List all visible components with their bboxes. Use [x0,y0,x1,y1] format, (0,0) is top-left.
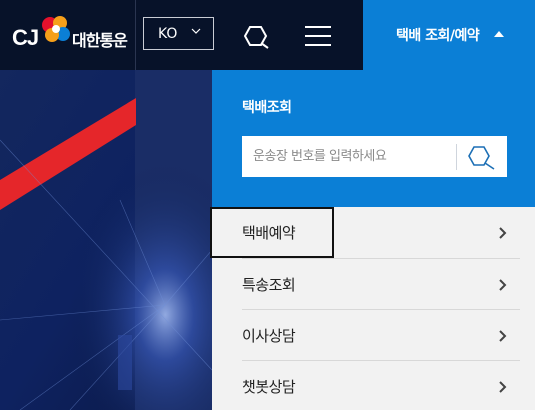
cj-logo[interactable]: CJ 대한통운 [10,12,135,56]
service-menu-list: 택배예약 특송조회 이사상담 챗봇상담 [212,207,535,410]
language-select[interactable]: KO [143,17,214,50]
menu-line [305,35,331,37]
list-item-label: 챗봇상담 [242,378,296,396]
language-value: KO [158,25,178,42]
top-header: CJ 대한통운 KO 택배 조회/예약 [0,0,535,70]
brand-name: 대한통운 [72,31,128,50]
waybill-search-input[interactable] [242,136,456,177]
hero-graphic [0,70,212,410]
list-item-label: 택배예약 [242,224,296,242]
chevron-right-icon [499,279,507,291]
list-item-chatbot-consult[interactable]: 챗봇상담 [212,361,535,410]
chevron-right-icon [499,330,507,342]
search-icon[interactable] [244,23,272,49]
chevron-down-icon [191,28,201,34]
tracking-panel: 택배조회 [212,70,535,207]
hamburger-menu-icon[interactable] [305,26,331,46]
search-separator [456,144,457,170]
track-reserve-toggle-button[interactable]: 택배 조회/예약 [363,0,535,70]
track-reserve-label: 택배 조회/예약 [396,28,480,44]
list-item-moving-consult[interactable]: 이사상담 [212,310,535,361]
hero-background-image [0,70,212,410]
menu-line [305,44,331,46]
list-item-parcel-reservation[interactable]: 택배예약 [212,207,535,258]
chevron-right-icon [499,227,507,239]
list-item-express-tracking[interactable]: 특송조회 [212,259,535,310]
header-divider [135,0,136,70]
list-item-label: 특송조회 [242,276,296,294]
logo-cj-text: CJ [12,25,39,50]
list-item-label: 이사상담 [242,327,296,345]
panel-title: 택배조회 [242,100,292,116]
search-icon[interactable] [468,144,498,170]
chevron-right-icon [499,381,507,393]
caret-up-icon [494,31,504,37]
waybill-search-box [242,136,507,177]
menu-line [305,26,331,28]
